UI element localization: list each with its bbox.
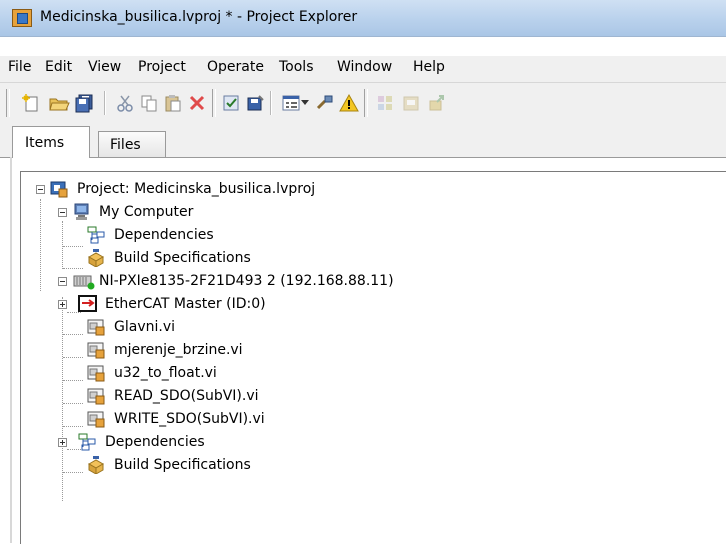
tree-label-vi-1: Glavni.vi	[114, 319, 175, 335]
collapse-toggle[interactable]	[58, 277, 67, 286]
tree-row-mc-dependencies[interactable]: Dependencies	[21, 225, 521, 247]
tree-row-vi-1[interactable]: Glavni.vi	[21, 317, 521, 339]
vi-icon	[87, 318, 105, 336]
project-icon	[50, 180, 68, 198]
tree-label-t-dependencies: Dependencies	[105, 434, 205, 450]
menu-edit[interactable]: Edit	[45, 59, 72, 75]
vi-icon	[87, 410, 105, 428]
pxi-target-icon	[73, 272, 95, 290]
cut-icon[interactable]	[114, 92, 136, 114]
computer-icon	[73, 203, 91, 221]
menu-project[interactable]: Project	[138, 59, 186, 75]
vi-icon	[87, 387, 105, 405]
menu-window[interactable]: Window	[337, 59, 392, 75]
expand-toggle[interactable]	[58, 438, 67, 447]
toolbar-grip[interactable]	[6, 89, 10, 117]
tree-label-vi-3: u32_to_float.vi	[114, 365, 217, 381]
tree-label-mc-build: Build Specifications	[114, 250, 251, 266]
new-icon[interactable]	[20, 92, 42, 114]
toolbar-separator-2	[270, 91, 272, 115]
tab-strip: Items Files	[0, 123, 726, 158]
save-all-icon[interactable]	[74, 92, 96, 114]
copy-icon[interactable]	[138, 92, 160, 114]
deploy-icon[interactable]	[314, 92, 336, 114]
delete-icon[interactable]	[186, 92, 208, 114]
tree-row-t-build[interactable]: Build Specifications	[21, 455, 521, 477]
menu-view[interactable]: View	[88, 59, 121, 75]
properties-icon[interactable]	[220, 92, 242, 114]
menu-tools[interactable]: Tools	[279, 59, 314, 75]
project-explorer-icon	[12, 9, 32, 27]
tree-label-vi-2: mjerenje_brzine.vi	[114, 342, 243, 358]
tree-row-vi-3[interactable]: u32_to_float.vi	[21, 363, 521, 385]
tree-label-vi-5: WRITE_SDO(SubVI).vi	[114, 411, 265, 427]
toolbar	[0, 83, 726, 124]
tree-label-my-computer: My Computer	[99, 204, 194, 220]
collapse-toggle[interactable]	[36, 185, 45, 194]
tree-row-target[interactable]: NI-PXIe8135-2F21D493 2 (192.168.88.11)	[21, 271, 521, 293]
build-icon[interactable]	[244, 92, 266, 114]
ethercat-master-icon	[78, 295, 98, 313]
paste-icon[interactable]	[162, 92, 184, 114]
disabled-icon-3[interactable]	[426, 92, 448, 114]
toolbar-grip-3[interactable]	[364, 89, 368, 117]
build-specifications-icon	[87, 249, 105, 267]
pane-left-edge	[10, 157, 12, 543]
build-specifications-icon	[87, 456, 105, 474]
toolbar-grip-2[interactable]	[212, 89, 216, 117]
tree-row-vi-4[interactable]: READ_SDO(SubVI).vi	[21, 386, 521, 408]
vi-icon	[87, 341, 105, 359]
project-tree[interactable]: Project: Medicinska_busilica.lvproj My C…	[20, 171, 726, 544]
chevron-down-icon[interactable]	[300, 92, 310, 114]
title-bar: Medicinska_busilica.lvproj * - Project E…	[0, 0, 726, 37]
tree-label-project: Project: Medicinska_busilica.lvproj	[77, 181, 316, 197]
tree-row-ethercat[interactable]: EtherCAT Master (ID:0)	[21, 294, 521, 316]
disabled-icon-2[interactable]	[400, 92, 422, 114]
tree-row-vi-5[interactable]: WRITE_SDO(SubVI).vi	[21, 409, 521, 431]
menu-file[interactable]: File	[8, 59, 31, 75]
dependencies-icon	[78, 433, 96, 451]
tree-label-mc-dependencies: Dependencies	[114, 227, 214, 243]
vi-icon	[87, 364, 105, 382]
expand-toggle[interactable]	[58, 300, 67, 309]
tree-row-project[interactable]: Project: Medicinska_busilica.lvproj	[21, 179, 521, 201]
menu-bar: File Edit View Project Operate Tools Win…	[0, 56, 726, 83]
collapse-toggle[interactable]	[58, 208, 67, 217]
tree-label-target: NI-PXIe8135-2F21D493 2 (192.168.88.11)	[99, 273, 394, 289]
tab-files[interactable]: Files	[98, 131, 166, 157]
menu-help[interactable]: Help	[413, 59, 445, 75]
tree-label-t-build: Build Specifications	[114, 457, 251, 473]
menu-operate[interactable]: Operate	[207, 59, 264, 75]
view-list-icon[interactable]	[280, 92, 302, 114]
tree-row-vi-2[interactable]: mjerenje_brzine.vi	[21, 340, 521, 362]
open-icon[interactable]	[48, 92, 70, 114]
tree-row-t-dependencies[interactable]: Dependencies	[21, 432, 521, 454]
tree-label-ethercat: EtherCAT Master (ID:0)	[105, 296, 266, 312]
tree-row-my-computer[interactable]: My Computer	[21, 202, 521, 224]
tab-items[interactable]: Items	[12, 126, 90, 158]
warning-icon[interactable]	[338, 92, 360, 114]
window-title: Medicinska_busilica.lvproj * - Project E…	[40, 9, 358, 25]
disabled-icon-1[interactable]	[374, 92, 396, 114]
dependencies-icon	[87, 226, 105, 244]
toolbar-separator	[104, 91, 106, 115]
tree-label-vi-4: READ_SDO(SubVI).vi	[114, 388, 259, 404]
tree-row-mc-build[interactable]: Build Specifications	[21, 248, 521, 270]
